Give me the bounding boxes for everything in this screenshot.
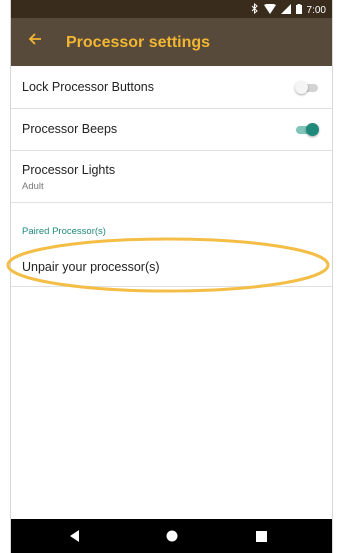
battery-icon	[295, 3, 302, 17]
wifi-icon	[263, 3, 276, 17]
signal-icon	[280, 3, 291, 17]
arrow-left-icon[interactable]	[23, 29, 47, 53]
lights-label: Processor Lights	[22, 163, 116, 177]
status-icons: 7:00	[251, 2, 326, 17]
circle-home-icon[interactable]	[152, 519, 192, 553]
lights-value: Adult	[22, 181, 44, 192]
triangle-back-icon[interactable]	[55, 519, 95, 553]
beeps-label: Processor Beeps	[22, 122, 118, 136]
square-recents-icon[interactable]	[241, 519, 281, 553]
navigation-bar	[11, 519, 332, 553]
phone-screen: 7:00 Processor settings Lock Processor B…	[6, 0, 333, 553]
beeps-toggle[interactable]	[296, 123, 319, 136]
lights-row[interactable]: Processor Lights Adult	[11, 150, 332, 203]
bluetooth-icon	[251, 2, 259, 17]
lock-buttons-toggle[interactable]	[295, 81, 318, 94]
beeps-row[interactable]: Processor Beeps	[11, 108, 332, 151]
status-bar: 7:00	[11, 0, 332, 18]
toggle-thumb	[295, 81, 308, 94]
unpair-row[interactable]: Unpair your processor(s)	[11, 246, 332, 287]
app-bar: Processor settings	[11, 18, 332, 66]
lock-buttons-row[interactable]: Lock Processor Buttons	[11, 66, 332, 109]
page-title: Processor settings	[66, 34, 211, 51]
toggle-thumb	[306, 123, 319, 136]
lock-buttons-label: Lock Processor Buttons	[22, 80, 155, 94]
paired-section-header: Paired Processor(s)	[22, 226, 106, 237]
unpair-label: Unpair your processor(s)	[22, 260, 160, 274]
status-time: 7:00	[306, 4, 326, 16]
